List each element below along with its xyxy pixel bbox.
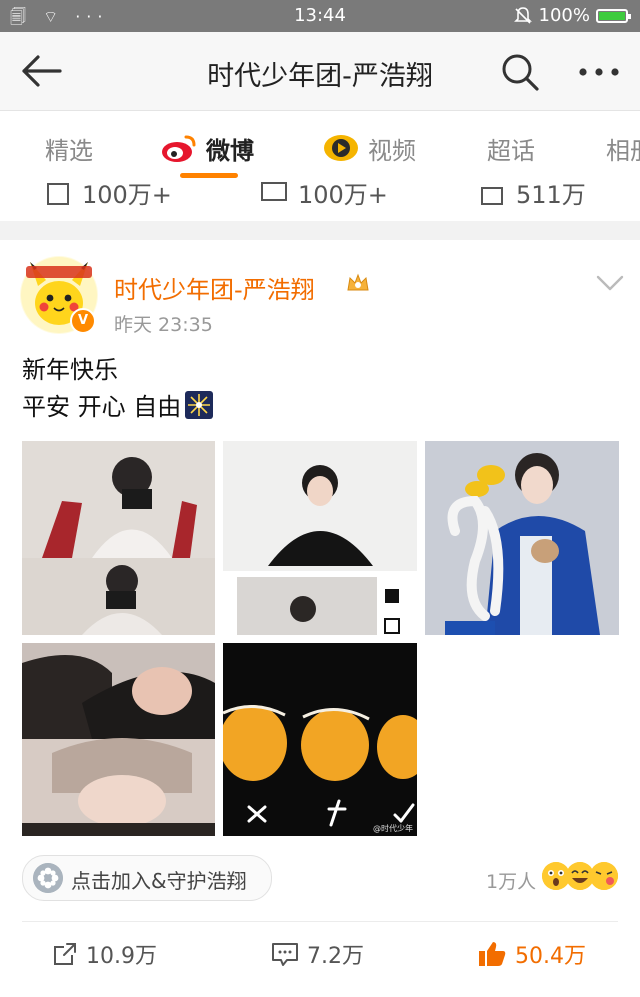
orange-fruits-image xyxy=(223,643,417,836)
prev-comment-button[interactable]: 100万+ xyxy=(260,181,388,210)
chevron-down-icon[interactable] xyxy=(596,274,624,292)
previous-post-actions: 100万+ 100万+ 511万 xyxy=(0,181,640,221)
flower-icon xyxy=(33,863,63,893)
like-icon xyxy=(481,186,503,205)
post-image-4[interactable] xyxy=(22,643,215,836)
repost-count: 10.9万 xyxy=(86,944,157,969)
repost-icon xyxy=(54,943,76,965)
repost-icon xyxy=(47,182,69,205)
tab-album[interactable]: 相册 xyxy=(606,131,640,166)
weibo-logo-icon xyxy=(162,135,196,162)
post-image-2[interactable] xyxy=(223,441,417,635)
tab-featured[interactable]: 精选 xyxy=(45,131,93,166)
fireworks-emoji-icon xyxy=(185,391,214,419)
image-watermark: @时代少年 xyxy=(373,824,413,833)
video-icon xyxy=(324,135,358,161)
prev-repost-button[interactable]: 100万+ xyxy=(46,181,172,210)
like-count: 50.4万 xyxy=(515,944,586,969)
status-right: 100% xyxy=(513,5,631,26)
avatar[interactable]: V xyxy=(20,256,98,334)
crown-badge-icon[interactable] xyxy=(345,270,371,296)
balloon-flower-portrait-image xyxy=(425,441,619,635)
tab-weibo[interactable]: 微博 xyxy=(206,131,254,166)
prev-like-count: 511万 xyxy=(516,181,586,209)
post-image-5[interactable]: @时代少年 xyxy=(223,643,417,836)
repost-button[interactable]: 10.9万 xyxy=(52,938,157,970)
tab-super-topic[interactable]: 超话 xyxy=(487,131,535,166)
fans-count: 1万人 xyxy=(486,871,537,893)
post-image-1[interactable] xyxy=(22,441,215,635)
nav-bar: 时代少年团-严浩翔 xyxy=(0,32,640,111)
mute-bell-icon xyxy=(513,6,532,24)
post-text: 新年快乐 平安 开心 自由 xyxy=(22,352,214,426)
prev-like-button[interactable]: 511万 xyxy=(480,181,586,210)
tab-video[interactable]: 视频 xyxy=(368,131,416,166)
post-username[interactable]: 时代少年团-严浩翔 xyxy=(114,270,315,305)
verified-badge-icon: V xyxy=(70,308,96,334)
hoodie-closeup-image xyxy=(22,643,215,836)
mirror-selfie-image xyxy=(22,441,215,635)
more-icon[interactable] xyxy=(578,62,620,82)
profile-tabs: 精选 微博 视频 超话 相册 xyxy=(0,111,640,181)
post-text-line-2: 平安 开心 自由 xyxy=(22,389,214,426)
battery-icon xyxy=(596,8,631,23)
thumbs-up-icon xyxy=(479,942,506,966)
kiss-emoji-icon xyxy=(590,862,618,890)
comment-count: 7.2万 xyxy=(307,944,364,969)
prev-repost-count: 100万+ xyxy=(82,181,172,209)
post-card: V 时代少年团-严浩翔 昨天 23:35 新年快乐 平安 开心 自由 @时代少年… xyxy=(0,240,640,997)
comment-icon xyxy=(261,181,287,201)
active-tab-indicator xyxy=(180,173,238,178)
action-divider xyxy=(22,921,618,922)
join-fan-group-label: 点击加入&守护浩翔 xyxy=(71,869,247,893)
prev-comment-count: 100万+ xyxy=(298,181,388,209)
post-timestamp: 昨天 23:35 xyxy=(114,314,213,336)
join-fan-group-button[interactable]: 点击加入&守护浩翔 xyxy=(22,855,272,901)
post-text-line-1: 新年快乐 xyxy=(22,356,118,384)
search-icon[interactable] xyxy=(500,52,540,92)
page-title: 时代少年团-严浩翔 xyxy=(207,61,433,92)
comment-button[interactable]: 7.2万 xyxy=(271,938,364,970)
like-button[interactable]: 50.4万 xyxy=(477,938,586,970)
black-jacket-portrait-image xyxy=(223,441,417,635)
post-image-3[interactable] xyxy=(425,441,619,635)
post-text-line-2-text: 平安 开心 自由 xyxy=(22,393,182,421)
comment-icon xyxy=(272,943,298,966)
status-bar: 🗐 ⌔ ··· 13:44 100% xyxy=(0,0,640,32)
battery-percent: 100% xyxy=(538,5,590,26)
